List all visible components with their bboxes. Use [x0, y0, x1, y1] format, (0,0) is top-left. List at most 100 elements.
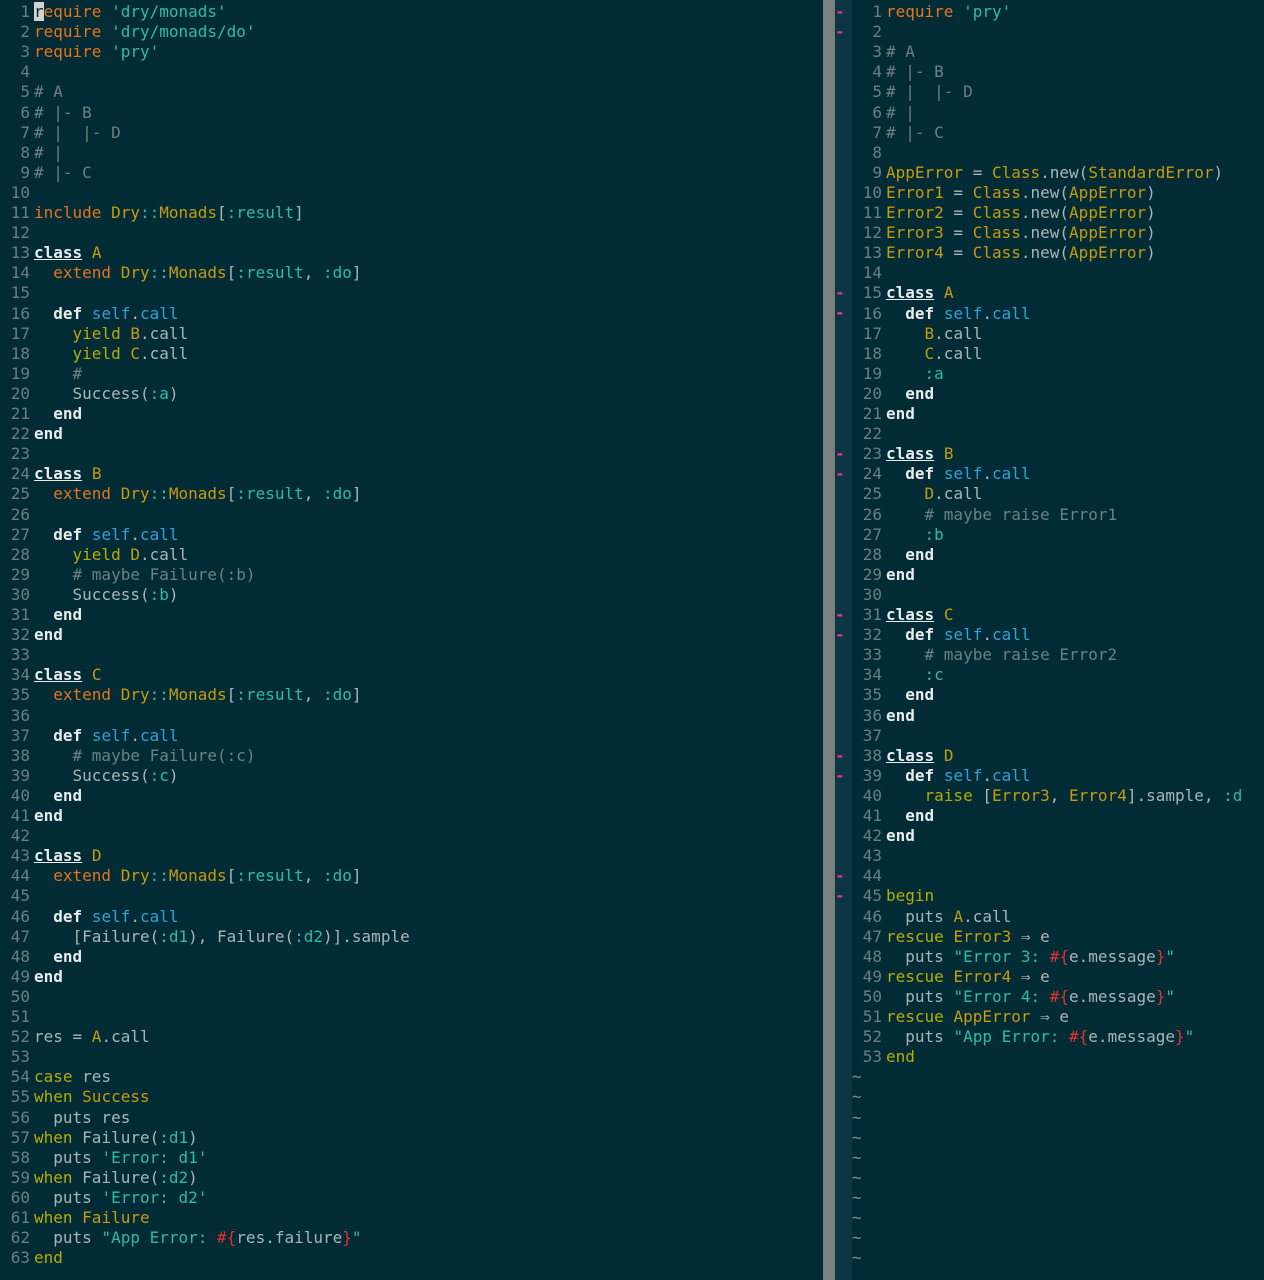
- code-text[interactable]: def self.call: [34, 525, 178, 545]
- code-line[interactable]: 10 Error1 = Class.new(AppError): [852, 183, 1156, 203]
- code-text[interactable]: end: [34, 947, 82, 967]
- code-line[interactable]: 23: [0, 444, 34, 464]
- code-line[interactable]: 10: [0, 183, 34, 203]
- code-text[interactable]: # maybe raise Error2: [886, 645, 1118, 665]
- code-line[interactable]: 44 extend Dry::Monads[:result, :do]: [0, 866, 362, 886]
- code-line[interactable]: 20 Success(:a): [0, 384, 179, 404]
- code-line[interactable]: 33: [0, 645, 34, 665]
- code-text[interactable]: extend Dry::Monads[:result, :do]: [34, 263, 361, 283]
- code-line[interactable]: 59 when Failure(:d2): [0, 1168, 198, 1188]
- code-line[interactable]: 4 # |- B: [852, 62, 943, 82]
- fold-marker[interactable]: --: [835, 2, 852, 41]
- code-line[interactable]: 9 # |- C: [0, 163, 92, 183]
- code-line[interactable]: 61 when Failure: [0, 1208, 150, 1228]
- code-line[interactable]: 40 end: [0, 786, 82, 806]
- left-editor-pane[interactable]: 1 require 'dry/monads' 2 require 'dry/monad…: [0, 0, 823, 1280]
- code-text[interactable]: puts 'Error: d2': [34, 1188, 207, 1208]
- code-line[interactable]: 36: [0, 706, 34, 726]
- code-text[interactable]: def self.call: [34, 304, 178, 324]
- code-line[interactable]: 22 end: [0, 424, 63, 444]
- code-line[interactable]: 2: [852, 22, 886, 42]
- code-text[interactable]: end: [886, 565, 915, 585]
- code-line[interactable]: 25 extend Dry::Monads[:result, :do]: [0, 484, 362, 504]
- code-line[interactable]: 37 def self.call: [0, 726, 179, 746]
- code-line[interactable]: 28 yield D.call: [0, 545, 188, 565]
- code-text[interactable]: puts 'Error: d1': [34, 1148, 207, 1168]
- code-line[interactable]: 26: [0, 505, 34, 525]
- code-line[interactable]: 32 end: [0, 625, 63, 645]
- fold-marker[interactable]: --: [835, 283, 852, 322]
- code-text[interactable]: # |- C: [34, 163, 92, 183]
- code-line[interactable]: 37: [852, 726, 886, 746]
- code-text[interactable]: when Failure: [34, 1208, 150, 1228]
- code-line[interactable]: 31 class C: [852, 605, 954, 625]
- code-line[interactable]: 14: [852, 263, 886, 283]
- code-line[interactable]: 32 def self.call: [852, 625, 1031, 645]
- code-line[interactable]: 17 B.call: [852, 324, 983, 344]
- code-line[interactable]: 4: [0, 62, 34, 82]
- code-text[interactable]: # |- B: [34, 103, 92, 123]
- code-text[interactable]: include Dry::Monads[:result]: [34, 203, 304, 223]
- code-text[interactable]: Error2 = Class.new(AppError): [886, 203, 1156, 223]
- code-text[interactable]: :b: [886, 525, 944, 545]
- code-text[interactable]: require 'pry': [34, 42, 159, 62]
- code-line[interactable]: 16 def self.call: [852, 304, 1031, 324]
- code-line[interactable]: 26 # maybe raise Error1: [852, 505, 1117, 525]
- code-line[interactable]: 50 puts "Error 4: #{e.message}": [852, 987, 1175, 1007]
- window-divider[interactable]: -- -- -- -- -- --: [823, 0, 852, 1280]
- code-text[interactable]: class B: [886, 444, 953, 464]
- code-text[interactable]: class D: [34, 846, 101, 866]
- code-line[interactable]: 12 Error3 = Class.new(AppError): [852, 223, 1156, 243]
- code-line[interactable]: 46 def self.call: [0, 907, 179, 927]
- code-text[interactable]: def self.call: [34, 907, 178, 927]
- code-text[interactable]: AppError = Class.new(StandardError): [886, 163, 1223, 183]
- code-line[interactable]: 39 Success(:c): [0, 766, 179, 786]
- code-text[interactable]: Success(:b): [34, 585, 179, 605]
- fold-marker[interactable]: --: [835, 746, 852, 785]
- code-text[interactable]: # A: [34, 82, 63, 102]
- code-line[interactable]: 5 # A: [0, 82, 63, 102]
- code-text[interactable]: puts res: [34, 1108, 130, 1128]
- code-line[interactable]: 60 puts 'Error: d2': [0, 1188, 208, 1208]
- code-text[interactable]: Success(:a): [34, 384, 179, 404]
- code-text[interactable]: yield D.call: [34, 545, 189, 565]
- code-text[interactable]: class A: [34, 243, 101, 263]
- code-text[interactable]: class C: [34, 665, 101, 685]
- code-line[interactable]: 20 end: [852, 384, 934, 404]
- code-line[interactable]: 39 def self.call: [852, 766, 1031, 786]
- code-text[interactable]: puts "Error 3: #{e.message}": [886, 947, 1175, 967]
- code-line[interactable]: 15: [0, 283, 34, 303]
- code-text[interactable]: puts "App Error: #{e.message}": [886, 1027, 1194, 1047]
- code-line[interactable]: 30 Success(:b): [0, 585, 179, 605]
- code-line[interactable]: 25 D.call: [852, 484, 983, 504]
- code-text[interactable]: # |: [886, 103, 915, 123]
- code-line[interactable]: 1 require 'dry/monads': [0, 2, 227, 22]
- code-line[interactable]: 13 class A: [0, 243, 102, 263]
- code-line[interactable]: 57 when Failure(:d1): [0, 1128, 198, 1148]
- code-text[interactable]: puts "App Error: #{res.failure}": [34, 1228, 361, 1248]
- code-text[interactable]: end: [886, 404, 915, 424]
- code-text[interactable]: end: [886, 806, 934, 826]
- code-text[interactable]: Error3 = Class.new(AppError): [886, 223, 1156, 243]
- code-line[interactable]: 45: [0, 886, 34, 906]
- code-line[interactable]: 54 case res: [0, 1067, 111, 1087]
- code-text[interactable]: require 'dry/monads': [34, 2, 227, 22]
- code-text[interactable]: # maybe raise Error1: [886, 505, 1118, 525]
- code-text[interactable]: #: [34, 364, 83, 384]
- code-line[interactable]: 33 # maybe raise Error2: [852, 645, 1117, 665]
- code-text[interactable]: end: [34, 404, 82, 424]
- code-text[interactable]: end: [34, 605, 82, 625]
- code-line[interactable]: 19 #: [0, 364, 82, 384]
- code-text[interactable]: # maybe Failure(:c): [34, 746, 256, 766]
- code-text[interactable]: yield C.call: [34, 344, 189, 364]
- code-line[interactable]: 58 puts 'Error: d1': [0, 1148, 208, 1168]
- code-line[interactable]: 41 end: [852, 806, 934, 826]
- code-text[interactable]: puts A.call: [886, 907, 1011, 927]
- code-text[interactable]: Error4 = Class.new(AppError): [886, 243, 1156, 263]
- code-line[interactable]: 35 extend Dry::Monads[:result, :do]: [0, 685, 362, 705]
- code-line[interactable]: 51 rescue AppError ⇒ e: [852, 1007, 1069, 1027]
- code-text[interactable]: end: [886, 685, 934, 705]
- code-text[interactable]: when Failure(:d1): [34, 1128, 198, 1148]
- code-text[interactable]: end: [886, 1047, 915, 1067]
- code-line[interactable]: 29 end: [852, 565, 915, 585]
